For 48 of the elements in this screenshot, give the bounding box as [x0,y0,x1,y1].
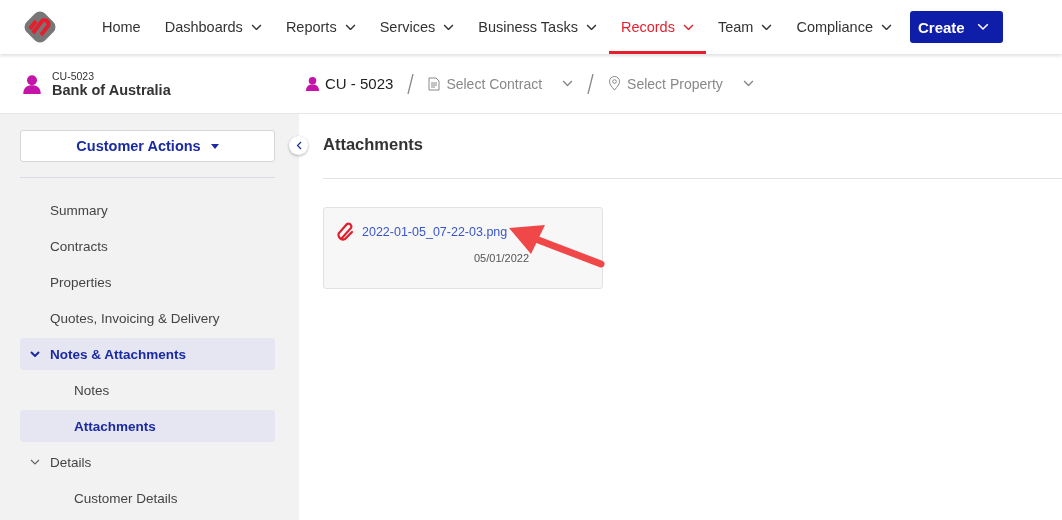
customer-name: Bank of Australia [52,81,171,98]
sidebar-item[interactable]: Notes [20,374,275,406]
nav-tab[interactable]: Dashboards [152,0,274,54]
create-button[interactable]: Create [910,11,1003,43]
select-dropdown[interactable]: Select Contract [446,75,543,92]
document-icon [428,76,441,91]
paperclip-icon [336,222,356,242]
nav-tab[interactable]: Compliance [784,0,904,54]
caret-down-icon [210,143,219,149]
nav-tab[interactable]: Home [90,0,153,54]
nav-tab[interactable]: Reports [273,0,368,54]
select-dropdown[interactable]: Select Property [627,75,723,92]
nav-tab[interactable]: Services [367,0,467,54]
chevron-down-icon [30,351,40,357]
location-pin-icon [608,76,622,91]
attachment-date: 05/01/2022 [474,252,530,264]
chevron-down-icon [682,23,694,31]
chevron-down-icon [585,23,597,31]
sidebar-item[interactable]: Notes & Attachments [20,338,275,370]
nav-tab[interactable]: Business Tasks [466,0,609,54]
sidebar-item[interactable]: Contracts [20,230,275,262]
chevron-down-icon [761,23,773,31]
sidebar-item[interactable]: Properties [20,266,275,298]
breadcrumb-separator [407,73,415,94]
chevron-down-icon [742,80,754,87]
chevron-down-icon [562,80,574,87]
chevron-down-icon [30,459,40,465]
chevron-down-icon [344,23,356,31]
collapse-button[interactable] [289,136,308,155]
attachment-link[interactable]: 2022-01-05_07-22-03.png [362,225,508,239]
breadcrumb-separator [587,73,595,94]
chevron-down-icon [881,23,892,31]
chevron-down-icon [250,23,262,31]
person-icon [22,73,42,94]
sidebar-item[interactable]: Customer Details [20,482,275,514]
record-label: CU - 5023 [325,75,394,92]
sidebar-item[interactable]: Quotes, Invoicing & Delivery [20,302,275,334]
sidebar-item[interactable]: Details [20,446,275,478]
chevron-down-icon [443,23,455,31]
chevron-left-icon [295,141,302,150]
person-icon [305,76,320,91]
page-title: Attachments [323,134,424,155]
customer-code: CU-5023 [52,69,96,82]
sidebar-item[interactable]: Summary [20,194,275,226]
sidebar-item[interactable]: Attachments [20,410,275,442]
nav-tab[interactable]: Team [705,0,785,54]
chevron-down-icon [976,23,989,31]
customer-actions-button[interactable]: Customer Actions [20,130,275,162]
